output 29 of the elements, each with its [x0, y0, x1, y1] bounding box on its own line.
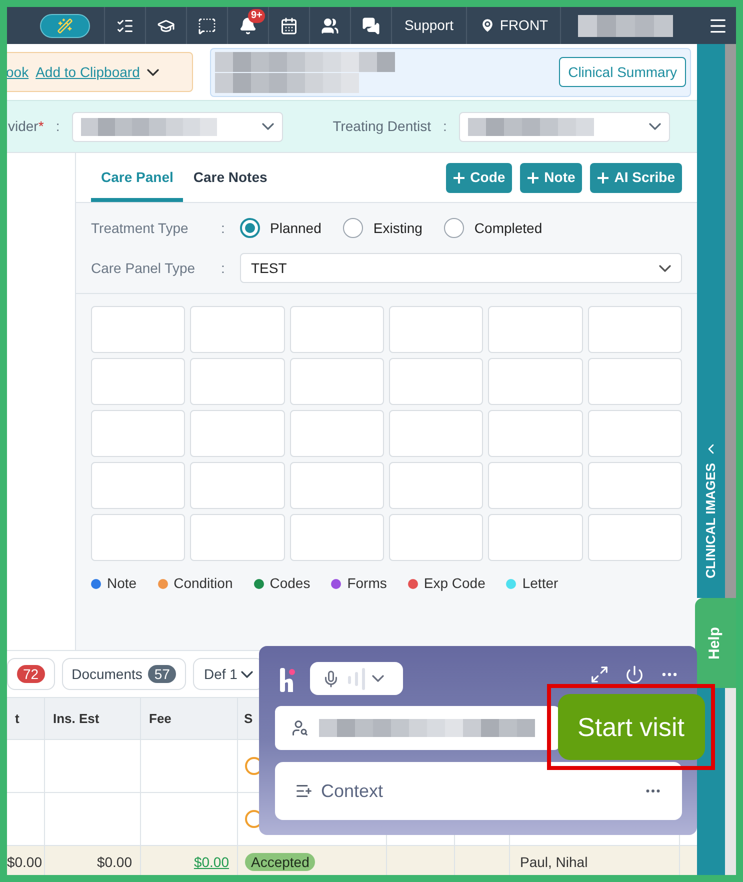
- legend-label: Forms: [347, 574, 387, 593]
- table-cell-text: Paul, Nihal: [520, 852, 588, 872]
- column-header: Fee: [149, 710, 172, 728]
- count-badge: 72: [17, 665, 45, 683]
- separator-colon: :: [443, 117, 447, 136]
- legend-label: Note: [107, 574, 137, 593]
- required-mark: *: [38, 117, 44, 136]
- field-label: Treating Dentist: [332, 117, 432, 136]
- separator-colon: :: [221, 218, 226, 238]
- context-label: Context: [321, 780, 384, 802]
- legend-label: Codes: [270, 574, 310, 593]
- column-header: t: [15, 710, 20, 728]
- chip-label: Documents: [72, 664, 142, 684]
- legend-label: Exp Code: [424, 574, 486, 593]
- column-header: Ins. Est: [53, 710, 100, 728]
- notification-badge: 9+: [248, 9, 266, 23]
- separator-colon: :: [56, 117, 60, 136]
- legend-label: Condition: [174, 574, 233, 593]
- count-badge: 57: [148, 665, 176, 683]
- field-label: Treatment Type: [91, 218, 190, 238]
- field-label: vider: [8, 117, 38, 136]
- table-cell-text: $0.00: [7, 852, 42, 872]
- side-tab-label: CLINICAL IMAGES: [702, 462, 720, 578]
- column-header: S: [244, 710, 253, 728]
- separator-colon: :: [221, 258, 226, 278]
- status-badge: Accepted: [245, 853, 316, 871]
- table-cell-text: $0.00: [96, 852, 132, 872]
- legend-label: Letter: [522, 574, 558, 593]
- field-label: Care Panel Type: [91, 258, 196, 278]
